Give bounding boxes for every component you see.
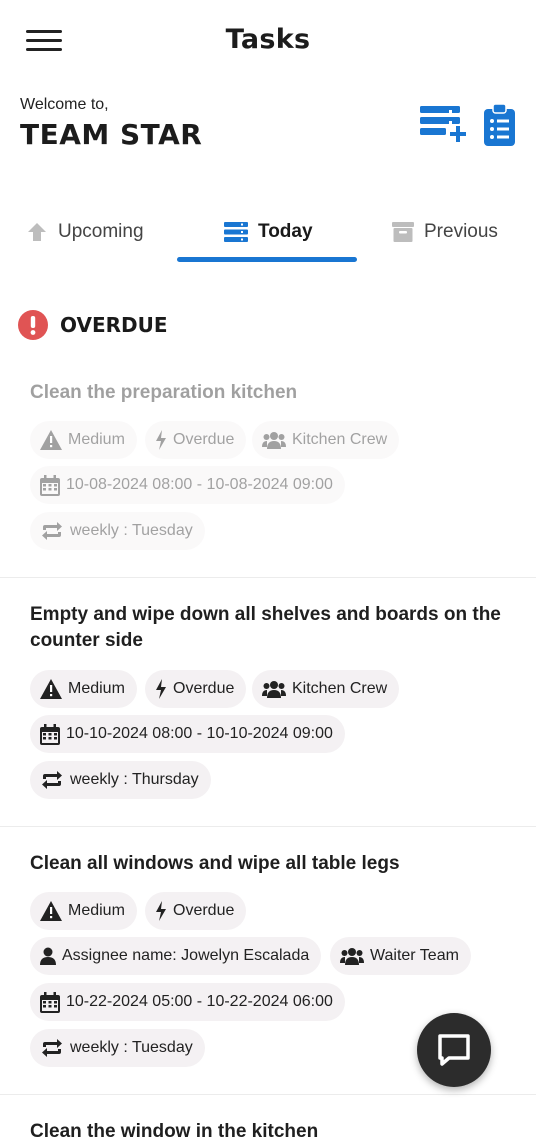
lightning-bolt-icon [156, 901, 166, 921]
tab-upcoming-label: Upcoming [58, 221, 144, 242]
recurrence-chip: weekly : Tuesday [30, 1029, 205, 1067]
calendar-icon [40, 723, 60, 745]
assignee-chip: Assignee name: Jowelyn Escalada [30, 937, 322, 975]
overdue-section-header: OVERDUE [18, 310, 168, 340]
list-bars-icon [224, 222, 248, 242]
tab-today[interactable]: Today [224, 206, 313, 258]
tab-today-label: Today [258, 221, 313, 242]
recurrence-label: weekly : Tuesday [70, 1039, 193, 1056]
task-title: Clean all windows and wipe all table leg… [30, 853, 400, 874]
team-label: Waiter Team [370, 947, 459, 964]
users-icon [262, 432, 286, 449]
datetime-label: 10-08-2024 08:00 - 10-08-2024 09:00 [66, 476, 333, 493]
priority-label: Medium [68, 431, 125, 448]
team-chip: Kitchen Crew [252, 421, 400, 459]
tab-upcoming[interactable]: Upcoming [26, 206, 144, 258]
task-card[interactable]: Clean the preparation kitchen Medium Ove… [0, 370, 536, 575]
clipboard-list-icon[interactable] [484, 103, 515, 151]
datetime-chip: 10-10-2024 08:00 - 10-10-2024 09:00 [30, 715, 345, 753]
tab-previous[interactable]: Previous [392, 206, 498, 258]
divider [0, 577, 536, 578]
calendar-icon [40, 474, 60, 496]
users-icon [340, 948, 364, 965]
repeat-icon [42, 522, 62, 540]
datetime-label: 10-10-2024 08:00 - 10-10-2024 09:00 [66, 725, 333, 742]
datetime-chip: 10-08-2024 08:00 - 10-08-2024 09:00 [30, 466, 345, 504]
assignee-label: Assignee name: Jowelyn Escalada [62, 947, 310, 964]
status-label: Overdue [173, 680, 235, 697]
page-title: Tasks [225, 24, 311, 55]
team-chip: Waiter Team [330, 937, 471, 975]
arrow-up-icon [28, 223, 46, 241]
repeat-icon [42, 1039, 62, 1057]
lightning-bolt-icon [156, 430, 166, 450]
priority-label: Medium [68, 902, 125, 919]
tab-previous-label: Previous [424, 221, 498, 242]
divider [0, 826, 536, 827]
team-label: Kitchen Crew [292, 431, 388, 448]
team-label: Kitchen Crew [292, 680, 388, 697]
app-header: Tasks [0, 0, 536, 82]
team-name: TEAM STAR [20, 118, 203, 151]
recurrence-chip: weekly : Thursday [30, 761, 211, 799]
active-tab-indicator [177, 257, 357, 262]
task-card[interactable]: Empty and wipe down all shelves and boar… [0, 590, 536, 825]
priority-label: Medium [68, 680, 125, 697]
warning-triangle-icon [40, 679, 62, 699]
section-title: OVERDUE [60, 313, 168, 337]
recurrence-label: weekly : Tuesday [70, 522, 193, 539]
task-card[interactable]: Clean the window in the kitchen [0, 1108, 536, 1145]
warning-triangle-icon [40, 430, 62, 450]
welcome-label: Welcome to, [20, 96, 109, 113]
lightning-bolt-icon [156, 679, 166, 699]
status-label: Overdue [173, 902, 235, 919]
status-chip: Overdue [145, 892, 247, 930]
calendar-icon [40, 991, 60, 1013]
priority-chip: Medium [30, 670, 137, 708]
user-icon [40, 947, 56, 965]
add-list-icon[interactable] [420, 104, 466, 147]
task-title: Clean the window in the kitchen [30, 1121, 319, 1142]
status-label: Overdue [173, 431, 235, 448]
archive-icon [392, 222, 414, 242]
repeat-icon [42, 771, 62, 789]
chat-bubble-icon [438, 1034, 470, 1066]
recurrence-label: weekly : Thursday [70, 771, 199, 788]
chat-fab-button[interactable] [417, 1013, 491, 1087]
welcome-block: Welcome to, TEAM STAR [20, 96, 202, 151]
recurrence-chip: weekly : Tuesday [30, 512, 205, 550]
priority-chip: Medium [30, 421, 137, 459]
warning-triangle-icon [40, 901, 62, 921]
status-chip: Overdue [145, 421, 247, 459]
users-icon [262, 681, 286, 698]
task-title: Empty and wipe down all shelves and boar… [30, 604, 501, 651]
datetime-chip: 10-22-2024 05:00 - 10-22-2024 06:00 [30, 983, 345, 1021]
task-title: Clean the preparation kitchen [30, 382, 298, 403]
divider [0, 1094, 536, 1095]
status-chip: Overdue [145, 670, 247, 708]
tab-bar: Upcoming Today Previous [0, 206, 536, 266]
team-chip: Kitchen Crew [252, 670, 400, 708]
datetime-label: 10-22-2024 05:00 - 10-22-2024 06:00 [66, 993, 333, 1010]
priority-chip: Medium [30, 892, 137, 930]
exclamation-circle-icon [18, 310, 48, 340]
